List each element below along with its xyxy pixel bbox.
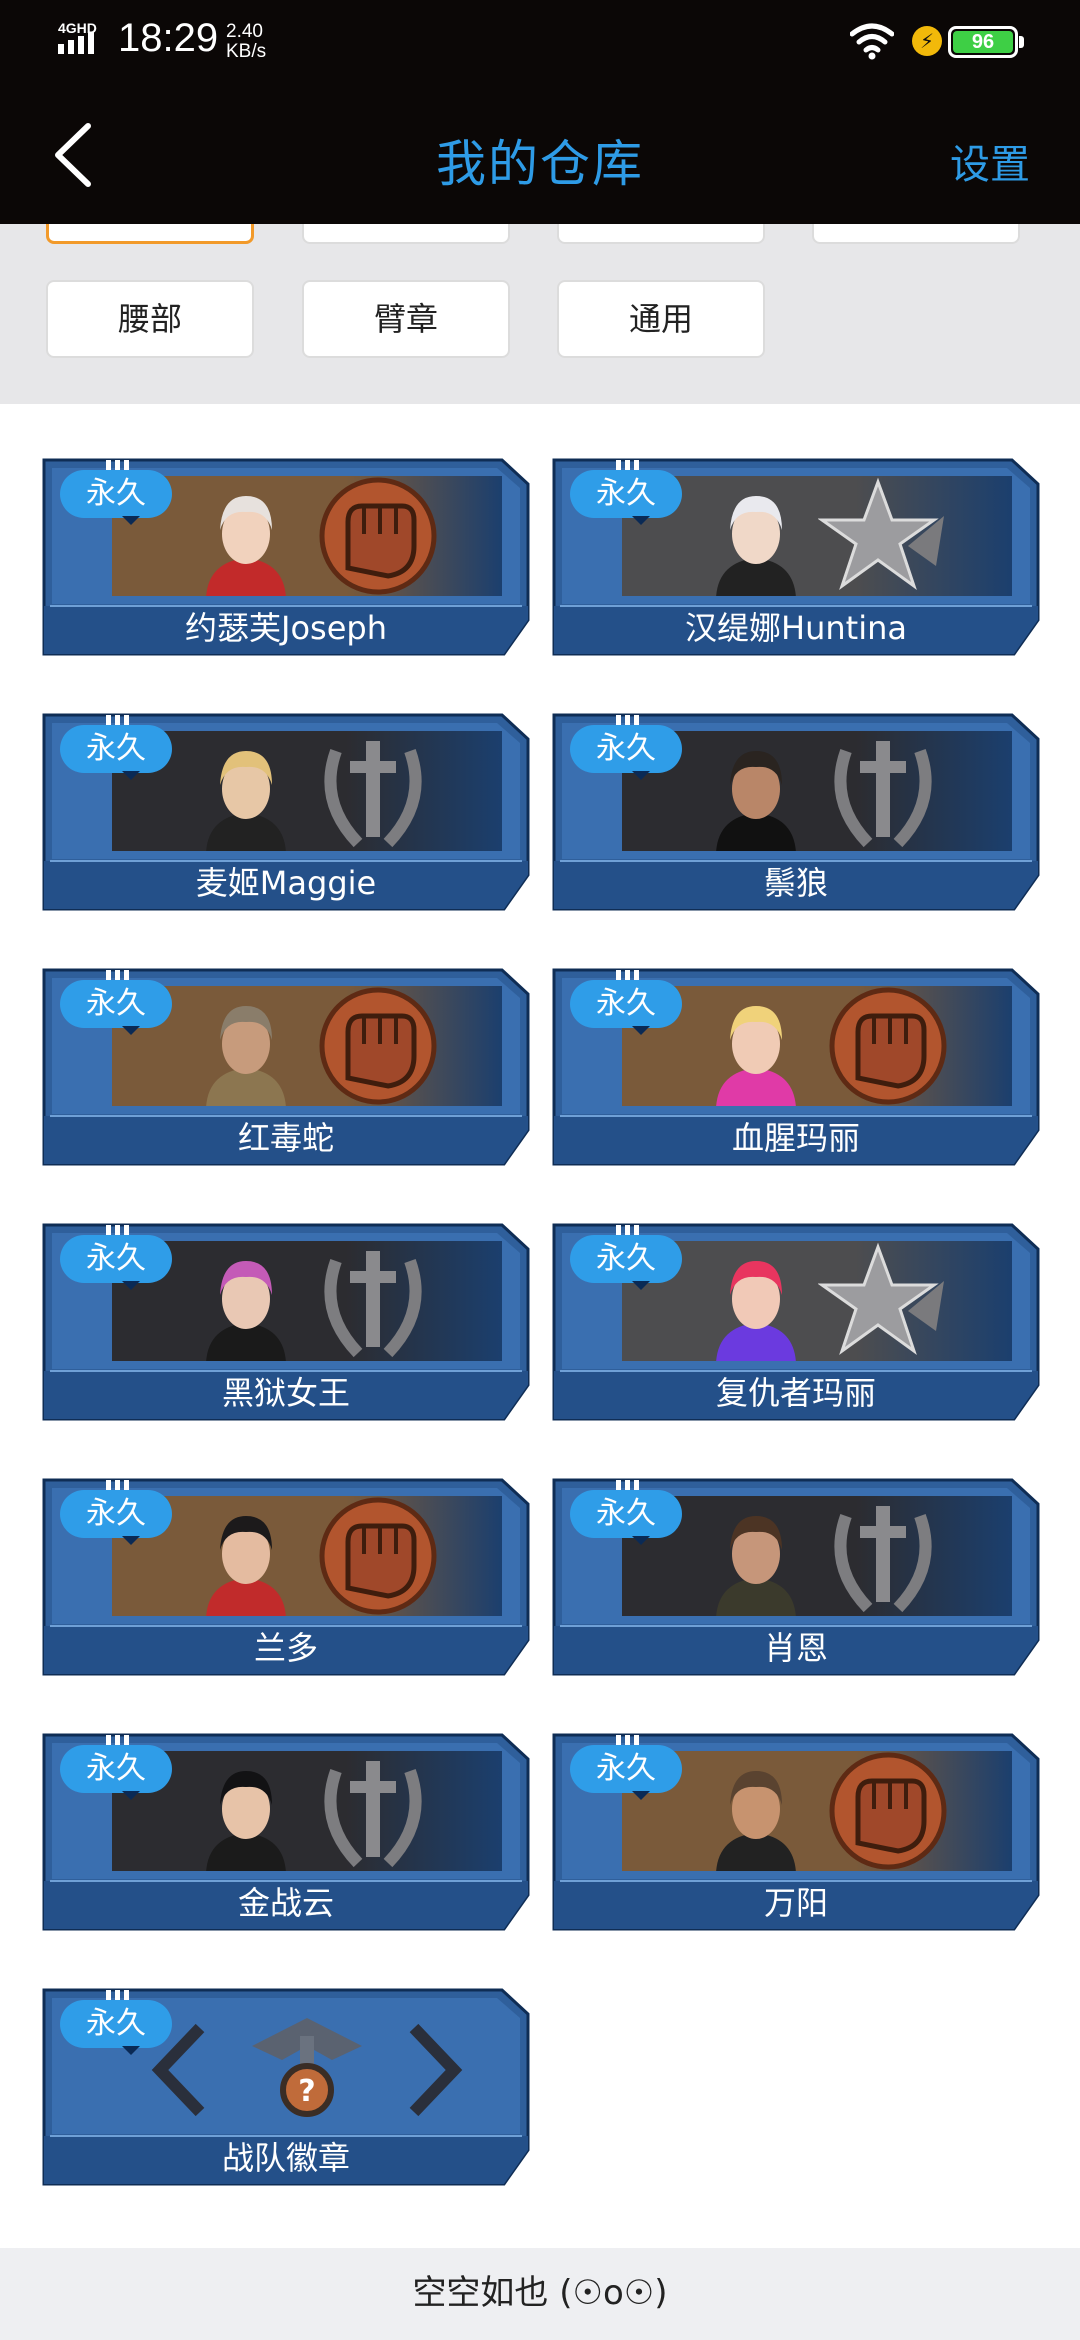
badge-pointer [632, 771, 650, 780]
item-name: 黑狱女王 [221, 1374, 350, 1412]
item-card[interactable]: 永久约瑟芙Joseph [42, 458, 530, 658]
character-portrait [206, 1771, 286, 1871]
item-name: 鬃狼 [763, 864, 828, 902]
duration-badge: 永久 [570, 1490, 682, 1538]
settings-button[interactable]: 设置 [950, 132, 1030, 190]
star-icon [817, 476, 948, 596]
item-card[interactable]: 永久金战云 [42, 1733, 530, 1933]
wifi-icon [850, 23, 894, 60]
network-speed-unit: KB/s [226, 41, 267, 62]
fist-icon [308, 1496, 438, 1616]
item-grid: 永久 约瑟芙Joseph 永久 汉缇娜Huntina 永久 麦姬Maggie 永久 鬃狼 永久红… [0, 404, 1080, 2248]
duration-badge: 永久 [570, 1235, 682, 1283]
badge-pointer [632, 516, 650, 525]
sword-laurel-icon [818, 731, 948, 851]
duration-badge: 永久 [60, 1235, 172, 1283]
network-speed: 2.40 KB/s [226, 22, 266, 62]
character-portrait [716, 1771, 796, 1871]
character-portrait [716, 751, 796, 851]
duration-badge: 永久 [60, 470, 172, 518]
character-portrait [206, 1261, 286, 1361]
item-card[interactable]: 永久万阳 [552, 1733, 1040, 1933]
badge-pointer [632, 1026, 650, 1035]
sword-laurel-icon [308, 1751, 438, 1871]
item-name: 麦姬Maggie [195, 864, 377, 902]
item-name: 复仇者玛丽 [715, 1374, 876, 1412]
badge-pointer [122, 516, 140, 525]
fist-icon [818, 1751, 948, 1871]
item-name: 红毒蛇 [237, 1119, 334, 1157]
duration-badge: 永久 [60, 980, 172, 1028]
filter-chip-waist[interactable]: 腰部 [46, 280, 254, 358]
duration-badge: 永久 [570, 980, 682, 1028]
page-title: 我的仓库 [436, 135, 644, 193]
item-card[interactable]: 永久红毒蛇 [42, 968, 530, 1168]
item-name: 约瑟芙Joseph [185, 609, 387, 647]
badge-pointer [122, 1281, 140, 1290]
filter-chip-general[interactable]: 通用 [557, 280, 765, 358]
sword-laurel-icon [308, 1241, 438, 1361]
character-portrait [716, 1006, 796, 1106]
duration-badge: 永久 [570, 1745, 682, 1793]
duration-badge: 永久 [60, 1745, 172, 1793]
eagle-badge-icon: ? [142, 2006, 472, 2126]
item-card[interactable]: 永久兰多 [42, 1478, 530, 1678]
item-card[interactable]: 永久麦姬Maggie [42, 713, 530, 913]
item-card[interactable]: 永久汉缇娜Huntina [552, 458, 1040, 658]
badge-pointer [122, 771, 140, 780]
signal-icon: 4GHD [58, 20, 108, 60]
item-name: 兰多 [253, 1629, 318, 1667]
duration-badge: 永久 [570, 725, 682, 773]
badge-pointer [632, 1791, 650, 1800]
character-portrait [206, 1006, 286, 1106]
fist-icon [308, 986, 438, 1106]
character-portrait [206, 1516, 286, 1616]
item-name: 汉缇娜Huntina [685, 609, 907, 647]
item-card[interactable]: 永久复仇者玛丽 [552, 1223, 1040, 1423]
duration-badge: 永久 [60, 2000, 172, 2048]
badge-pointer [632, 1536, 650, 1545]
duration-badge: 永久 [570, 470, 682, 518]
item-name: 血腥玛丽 [731, 1119, 860, 1157]
sword-laurel-icon [818, 1496, 948, 1616]
battery-level: 96 [953, 31, 1013, 53]
svg-text:?: ? [298, 2074, 315, 2109]
empty-footer-text: 空空如也 (☉o☉) [0, 2248, 1080, 2340]
fist-icon [308, 476, 438, 596]
item-card[interactable]: 永久黑狱女王 [42, 1223, 530, 1423]
character-portrait [716, 1516, 796, 1616]
status-time: 18:29 [118, 16, 219, 60]
character-portrait [716, 1261, 796, 1361]
status-bar: 4GHD 18:29 2.40 KB/s ⚡ 96 [0, 0, 1080, 90]
item-name: 战队徽章 [221, 2139, 350, 2177]
item-name: 万阳 [763, 1884, 828, 1922]
character-portrait [206, 751, 286, 851]
duration-badge: 永久 [60, 1490, 172, 1538]
badge-pointer [122, 1791, 140, 1800]
item-name: 金战云 [237, 1884, 334, 1922]
duration-badge: 永久 [60, 725, 172, 773]
badge-pointer [632, 1281, 650, 1290]
character-portrait [206, 496, 286, 596]
charging-icon: ⚡ [912, 26, 942, 56]
badge-pointer [122, 1026, 140, 1035]
star-icon [817, 1241, 948, 1361]
fist-icon [818, 986, 948, 1106]
network-speed-value: 2.40 [226, 21, 263, 42]
item-card[interactable]: 永久鬃狼 [552, 713, 1040, 913]
item-card[interactable]: ? 永久战队徽章 [42, 1988, 530, 2188]
badge-pointer [122, 2046, 140, 2055]
badge-pointer [122, 1536, 140, 1545]
item-card[interactable]: 永久肖恩 [552, 1478, 1040, 1678]
battery-icon: 96 [948, 26, 1024, 58]
filter-chip-armband[interactable]: 臂章 [302, 280, 510, 358]
item-name: 肖恩 [763, 1629, 828, 1667]
sword-laurel-icon [308, 731, 438, 851]
character-portrait [716, 496, 796, 596]
item-card[interactable]: 永久血腥玛丽 [552, 968, 1040, 1168]
app-header: 4GHD 18:29 2.40 KB/s ⚡ 96 我的仓库 设置 [0, 0, 1080, 224]
